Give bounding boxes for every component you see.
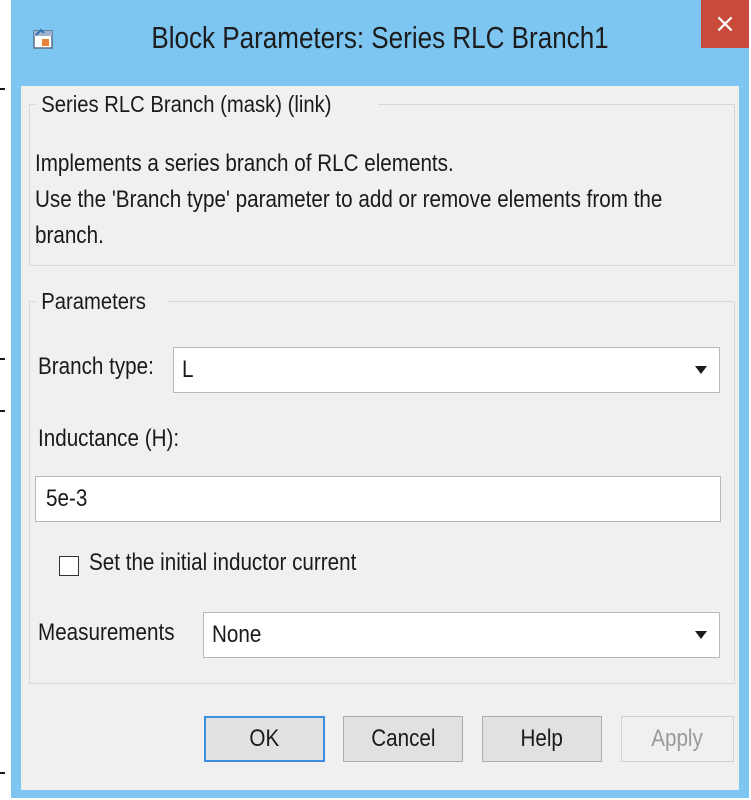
description-line: Use the 'Branch type' parameter to add o…	[35, 186, 663, 213]
background-canvas-mark	[0, 88, 5, 90]
inductance-input[interactable]: 5e-3	[35, 476, 721, 522]
close-icon: ×	[714, 9, 736, 39]
description-line: Implements a series branch of RLC elemen…	[35, 150, 454, 177]
cancel-button-label: Cancel	[370, 725, 436, 752]
branch-type-label: Branch type:	[38, 353, 154, 380]
window-title: Block Parameters: Series RLC Branch1	[151, 20, 609, 55]
ok-button-label: OK	[249, 725, 280, 752]
title-bar[interactable]: Block Parameters: Series RLC Branch1 ×	[11, 0, 749, 86]
initial-current-label[interactable]: Set the initial inductor current	[89, 549, 356, 577]
background-canvas-mark	[0, 410, 5, 412]
description-group-label: Series RLC Branch (mask) (link)	[41, 91, 332, 117]
measurements-select[interactable]: None	[203, 612, 720, 658]
block-parameters-dialog: Block Parameters: Series RLC Branch1 × S…	[11, 0, 749, 798]
chevron-down-icon	[695, 366, 707, 374]
parameters-group-label: Parameters	[41, 288, 146, 314]
measurements-label: Measurements	[38, 619, 175, 646]
help-button-label: Help	[520, 725, 564, 752]
description-group: Series RLC Branch (mask) (link)	[29, 91, 735, 266]
background-canvas-mark	[0, 358, 5, 360]
background-canvas-mark	[0, 772, 5, 774]
branch-type-value: L	[182, 356, 194, 383]
description-line: branch.	[35, 222, 104, 249]
inductance-value: 5e-3	[46, 485, 88, 512]
cancel-button[interactable]: Cancel	[343, 716, 463, 762]
ok-button[interactable]: OK	[204, 716, 325, 762]
branch-type-select[interactable]: L	[173, 347, 720, 393]
apply-button: Apply	[621, 716, 734, 762]
inductance-label: Inductance (H):	[38, 425, 180, 452]
close-button[interactable]: ×	[701, 0, 749, 48]
measurements-value: None	[212, 621, 262, 648]
initial-current-checkbox[interactable]	[59, 556, 79, 576]
simulink-block-icon	[32, 27, 56, 51]
chevron-down-icon	[695, 631, 707, 639]
help-button[interactable]: Help	[482, 716, 602, 762]
page: Block Parameters: Series RLC Branch1 × S…	[0, 0, 751, 800]
dialog-body: Series RLC Branch (mask) (link) Implemen…	[21, 86, 739, 790]
apply-button-label: Apply	[651, 725, 704, 752]
